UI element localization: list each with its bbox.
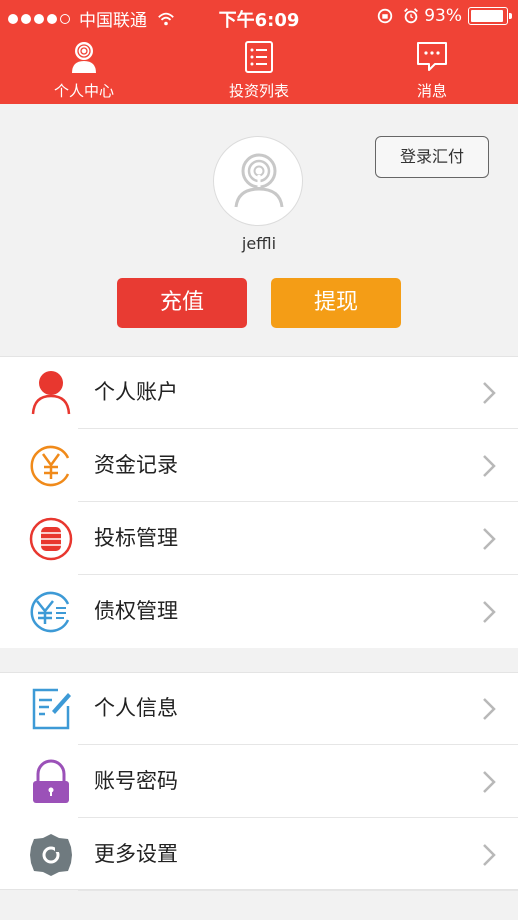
- chevron-right-icon: [483, 698, 496, 720]
- login-huifu-button[interactable]: 登录汇付: [375, 136, 489, 178]
- chevron-right-icon: [483, 771, 496, 793]
- gear-icon: [30, 834, 72, 876]
- battery-percent: 93%: [424, 6, 462, 26]
- menu-item-account-password[interactable]: 账号密码: [0, 745, 518, 818]
- edit-icon: [32, 688, 71, 730]
- tab-label: 个人中心: [53, 82, 114, 100]
- chevron-right-icon: [483, 528, 496, 550]
- coin-stack-icon: [29, 517, 73, 561]
- menu-group-account: 个人账户 资金记录 投标管理 债权管理: [0, 356, 518, 648]
- status-right: 93%: [372, 6, 512, 26]
- app-header: 中国联通 下午6:09 93% 个人中心 投资列表 消息: [0, 0, 518, 104]
- divider: [78, 890, 518, 891]
- tab-label: 投资列表: [228, 82, 289, 100]
- menu-item-bid-management[interactable]: 投标管理: [0, 502, 518, 575]
- divider: [0, 889, 518, 890]
- status-bar: 中国联通 下午6:09 93%: [0, 0, 518, 34]
- menu-label: 更多设置: [94, 842, 178, 866]
- menu-label: 债权管理: [94, 599, 178, 623]
- menu-label: 账号密码: [94, 769, 178, 793]
- battery-icon: [468, 7, 512, 25]
- message-icon: [417, 42, 447, 71]
- recharge-button[interactable]: 充值: [117, 278, 247, 328]
- menu-label: 个人信息: [94, 696, 178, 720]
- alarm-clock-icon: [404, 8, 419, 24]
- yuan-icon: [30, 445, 70, 487]
- person-icon: [31, 371, 71, 415]
- yuan-list-icon: [30, 591, 70, 633]
- chevron-right-icon: [483, 455, 496, 477]
- chevron-right-icon: [483, 844, 496, 866]
- menu-item-more-settings[interactable]: 更多设置: [0, 818, 518, 891]
- rotation-lock-icon: [378, 8, 393, 24]
- menu-item-personal-account[interactable]: 个人账户: [0, 356, 518, 429]
- tab-messages[interactable]: 消息: [367, 38, 497, 104]
- tab-label: 消息: [416, 82, 447, 100]
- tab-bar: 个人中心 投资列表 消息: [0, 38, 518, 104]
- menu-item-debt-management[interactable]: 债权管理: [0, 575, 518, 648]
- chevron-right-icon: [483, 382, 496, 404]
- menu-label: 资金记录: [94, 453, 178, 477]
- chevron-right-icon: [483, 601, 496, 623]
- list-icon: [245, 41, 273, 73]
- battery-fill: [471, 10, 503, 22]
- user-center-icon: [72, 42, 96, 73]
- profile-section: 登录汇付 jeffli 充值 提现: [0, 104, 518, 356]
- avatar[interactable]: [213, 136, 303, 226]
- withdraw-button[interactable]: 提现: [271, 278, 401, 328]
- menu-group-settings: 个人信息 账号密码 更多设置: [0, 672, 518, 891]
- menu-label: 投标管理: [94, 526, 178, 550]
- tab-personal-center[interactable]: 个人中心: [19, 38, 149, 104]
- tab-investment-list[interactable]: 投资列表: [194, 38, 324, 104]
- menu-item-personal-info[interactable]: 个人信息: [0, 672, 518, 745]
- menu-item-fund-records[interactable]: 资金记录: [0, 429, 518, 502]
- username: jeffli: [241, 234, 277, 253]
- avatar-placeholder-icon: [234, 153, 284, 208]
- menu-label: 个人账户: [94, 380, 178, 404]
- lock-icon: [33, 759, 69, 803]
